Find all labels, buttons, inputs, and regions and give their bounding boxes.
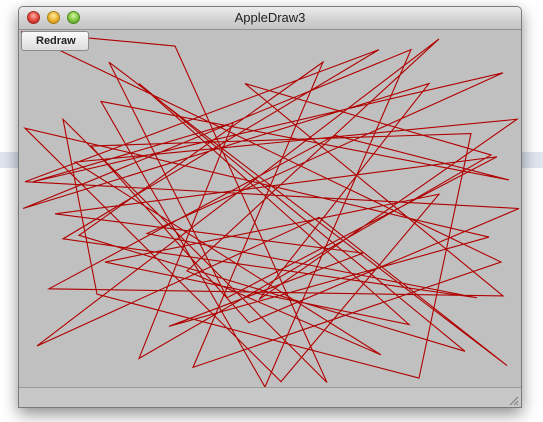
window-title: AppleDraw3 (234, 10, 306, 25)
app-window: AppleDraw3 Redraw (18, 6, 522, 408)
status-bar (19, 387, 521, 407)
drawing-canvas (20, 31, 520, 387)
redraw-button[interactable]: Redraw (21, 31, 89, 51)
resize-grip-icon[interactable] (507, 394, 519, 406)
drawing-lines (20, 31, 520, 387)
title-bar[interactable]: AppleDraw3 (19, 7, 521, 30)
